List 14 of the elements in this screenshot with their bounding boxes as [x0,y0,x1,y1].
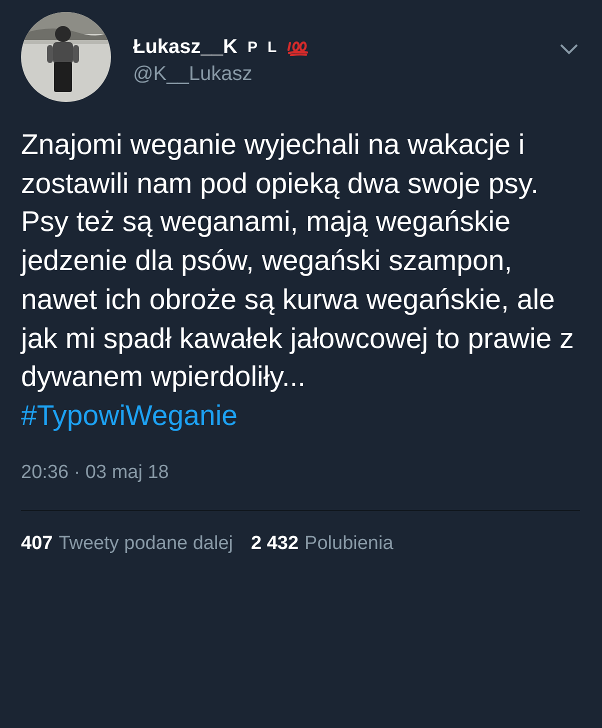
stat-label: Tweety podane dalej [58,532,233,555]
tweet-text: Znajomi weganie wyjechali na wakacje i zostawili nam pod opieką dwa swoje psy. [21,128,540,202]
display-name: Łukasz__K [133,36,238,59]
stat-count: 2 432 [251,532,299,555]
timestamp: 20:36 · 03 maj 18 [21,462,170,484]
chevron-down-icon[interactable] [560,44,578,55]
hundred-points-icon [286,40,309,56]
user-handle: @K__Lukasz [133,63,254,86]
tweet-text: Psy też są weganami, mają wegańskie jedzenie dla psów, wegański szampon, nawet ich obroże są kurwa wegańskie, ale jak mi spadł kawałek jałowcowej to prawie z dywanem wpierdoliły... [21,205,575,396]
hashtag-link[interactable]: #TypowiWeganie [21,396,238,436]
name-letter: L [268,39,277,56]
name-letter: P [248,39,258,56]
stat-label: Polubienia [304,532,394,555]
stat-count: 407 [21,532,53,555]
